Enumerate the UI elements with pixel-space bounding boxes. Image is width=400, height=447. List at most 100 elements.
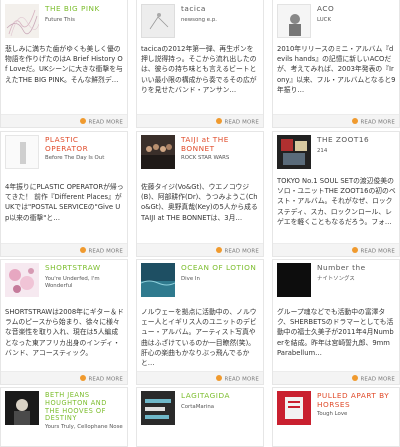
album-art-typography [141, 391, 175, 425]
read-more-link[interactable]: READ MORE [80, 246, 123, 254]
card-subtitle: LUCK [317, 17, 331, 23]
review-card[interactable]: PLASTIC OPERATOR Before The Day Is Out 4… [0, 131, 128, 257]
review-card[interactable]: OCEAN OF LOTION Dive In ノルウェーを拠点に活動中の、ノル… [136, 259, 264, 385]
read-more-link[interactable]: READ MORE [216, 374, 259, 382]
card-header: SHORTSTRAW You're Underfed, I'm Wonderfu… [5, 263, 125, 297]
read-more-label: READ MORE [360, 119, 395, 125]
card-title[interactable]: ACO [317, 4, 395, 14]
read-more-label: READ MORE [360, 376, 395, 382]
review-card[interactable]: TAIJI at THE BONNET ROCK STAR WARS 佐藤タイジ… [136, 131, 264, 257]
card-title[interactable]: PLASTIC OPERATOR [45, 135, 123, 153]
card-title[interactable]: SHORTSTRAW [45, 263, 123, 273]
read-more-link[interactable]: READ MORE [80, 117, 123, 125]
card-header: PULLED APART BY HORSES Tough Love [277, 391, 397, 425]
read-more-link[interactable]: READ MORE [352, 117, 395, 125]
album-art-red [277, 391, 311, 425]
card-subtitle: Before The Day Is Out [45, 155, 105, 161]
arrow-circle-icon [352, 374, 359, 381]
review-card[interactable]: PULLED APART BY HORSES Tough Love [272, 387, 400, 447]
card-description: 2010年リリースのミニ・アルバム『devils hands』の記憶に新しいAC… [277, 45, 396, 94]
album-cover-image[interactable] [141, 135, 175, 169]
album-art-minimal [20, 142, 26, 164]
review-card[interactable]: Number the ナイトソングス グループ魂などでも活動中の富澤タク、SHE… [272, 259, 400, 385]
card-header: BETH JEANS HOUGHTON AND THE HOOVES OF DE… [5, 391, 125, 430]
read-more-link[interactable]: READ MORE [352, 374, 395, 382]
card-subtitle: ROCK STAR WARS [181, 155, 230, 161]
arrow-circle-icon [352, 117, 359, 124]
album-cover-image[interactable] [5, 263, 39, 297]
card-title[interactable]: PULLED APART BY HORSES [317, 391, 395, 409]
album-cover-image[interactable] [141, 263, 175, 297]
card-header: THE ZOOT16 214 [277, 135, 397, 169]
card-title[interactable]: tacica [181, 4, 259, 14]
arrow-circle-icon [80, 117, 87, 124]
review-card[interactable]: tacica newsong e.p. tacicaの2012年第一弾、再生ポン… [136, 0, 264, 128]
album-art-collage [277, 135, 311, 169]
card-header: Number the ナイトソングス [277, 263, 397, 297]
card-subtitle: Dive In [181, 276, 200, 282]
review-card[interactable]: THE ZOOT16 214 TOKYO No.1 SOUL SETの渡辺俊美の… [272, 131, 400, 257]
card-description: グループ魂などでも活動中の富澤タク、SHERBETSのドラマーとしても活動中の福… [277, 308, 394, 357]
card-title[interactable]: THE BIG PINK [45, 4, 123, 14]
album-art-ocean [141, 263, 175, 297]
arrow-circle-icon [216, 246, 223, 253]
card-header: LAGITAGIDA CortaMarina [141, 391, 261, 425]
card-subtitle: newsong e.p. [181, 17, 217, 23]
card-description: tacicaの2012年第一弾、再生ポンを押し説得持っ。そこから流れ出したのは、… [141, 45, 257, 94]
album-review-grid: THE BIG PINK Future This 悲しみに満ちた歯がゆくも美しく… [0, 0, 400, 447]
arrow-circle-icon [216, 117, 223, 124]
card-header: THE BIG PINK Future This [5, 4, 125, 38]
card-title[interactable]: BETH JEANS HOUGHTON AND THE HOOVES OF DE… [45, 391, 123, 423]
card-subtitle: You're Underfed, I'm Wonderful [45, 276, 100, 289]
read-more-label: READ MORE [88, 248, 123, 254]
arrow-circle-icon [80, 374, 87, 381]
card-title[interactable]: THE ZOOT16 [317, 135, 395, 145]
read-more-link[interactable]: READ MORE [216, 246, 259, 254]
card-description: 悲しみに満ちた歯がゆくも美しく優の物語を作りげたのはA Brief Histor… [5, 45, 123, 84]
review-card[interactable]: SHORTSTRAW You're Underfed, I'm Wonderfu… [0, 259, 128, 385]
card-subtitle: Tough Love [317, 411, 348, 417]
read-more-link[interactable]: READ MORE [80, 374, 123, 382]
arrow-circle-icon [216, 374, 223, 381]
album-cover-image[interactable] [141, 391, 175, 425]
card-title[interactable]: Number the [317, 263, 395, 273]
card-title[interactable]: TAIJI at THE BONNET [181, 135, 259, 153]
card-subtitle: ナイトソングス [317, 276, 355, 282]
read-more-label: READ MORE [360, 248, 395, 254]
review-card[interactable]: BETH JEANS HOUGHTON AND THE HOOVES OF DE… [0, 387, 128, 447]
card-title[interactable]: OCEAN OF LOTION [181, 263, 259, 273]
arrow-circle-icon [80, 246, 87, 253]
card-title[interactable]: LAGITAGIDA [181, 391, 259, 401]
read-more-link[interactable]: READ MORE [352, 246, 395, 254]
album-cover-image[interactable] [5, 391, 39, 425]
card-subtitle: Future This [45, 17, 75, 23]
card-subtitle: CortaMarina [181, 404, 215, 410]
album-art-figure [289, 14, 301, 36]
review-card[interactable]: LAGITAGIDA CortaMarina [136, 387, 264, 447]
read-more-label: READ MORE [224, 376, 259, 382]
card-subtitle: Yours Truly, Cellophane Nose [45, 424, 123, 430]
card-header: TAIJI at THE BONNET ROCK STAR WARS [141, 135, 261, 169]
album-cover-image[interactable] [277, 263, 311, 297]
album-cover-image[interactable] [277, 135, 311, 169]
album-art-band-photo [141, 135, 175, 169]
card-subtitle: 214 [317, 148, 328, 154]
read-more-label: READ MORE [88, 119, 123, 125]
read-more-label: READ MORE [224, 248, 259, 254]
card-header: tacica newsong e.p. [141, 4, 261, 38]
album-cover-image[interactable] [277, 4, 311, 38]
review-card[interactable]: ACO LUCK 2010年リリースのミニ・アルバム『devils hands』… [272, 0, 400, 128]
read-more-link[interactable]: READ MORE [216, 117, 259, 125]
album-cover-image[interactable] [5, 4, 39, 38]
album-cover-image[interactable] [277, 391, 311, 425]
album-cover-image[interactable] [141, 4, 175, 38]
read-more-label: READ MORE [88, 376, 123, 382]
card-description: 4年振りにPLASTIC OPERATORが帰ってきた！ 前作『Differen… [5, 183, 124, 222]
review-card[interactable]: THE BIG PINK Future This 悲しみに満ちた歯がゆくも美しく… [0, 0, 128, 128]
album-cover-image[interactable] [5, 135, 39, 169]
album-art-portrait [5, 391, 39, 425]
album-art-pink-wires [6, 9, 39, 37]
card-description: ノルウェーを拠点に活動中の、ノルウェー人とイギリス人のユニットのデビュー・アルバ… [141, 308, 257, 368]
arrow-circle-icon [352, 246, 359, 253]
card-header: ACO LUCK [277, 4, 397, 38]
